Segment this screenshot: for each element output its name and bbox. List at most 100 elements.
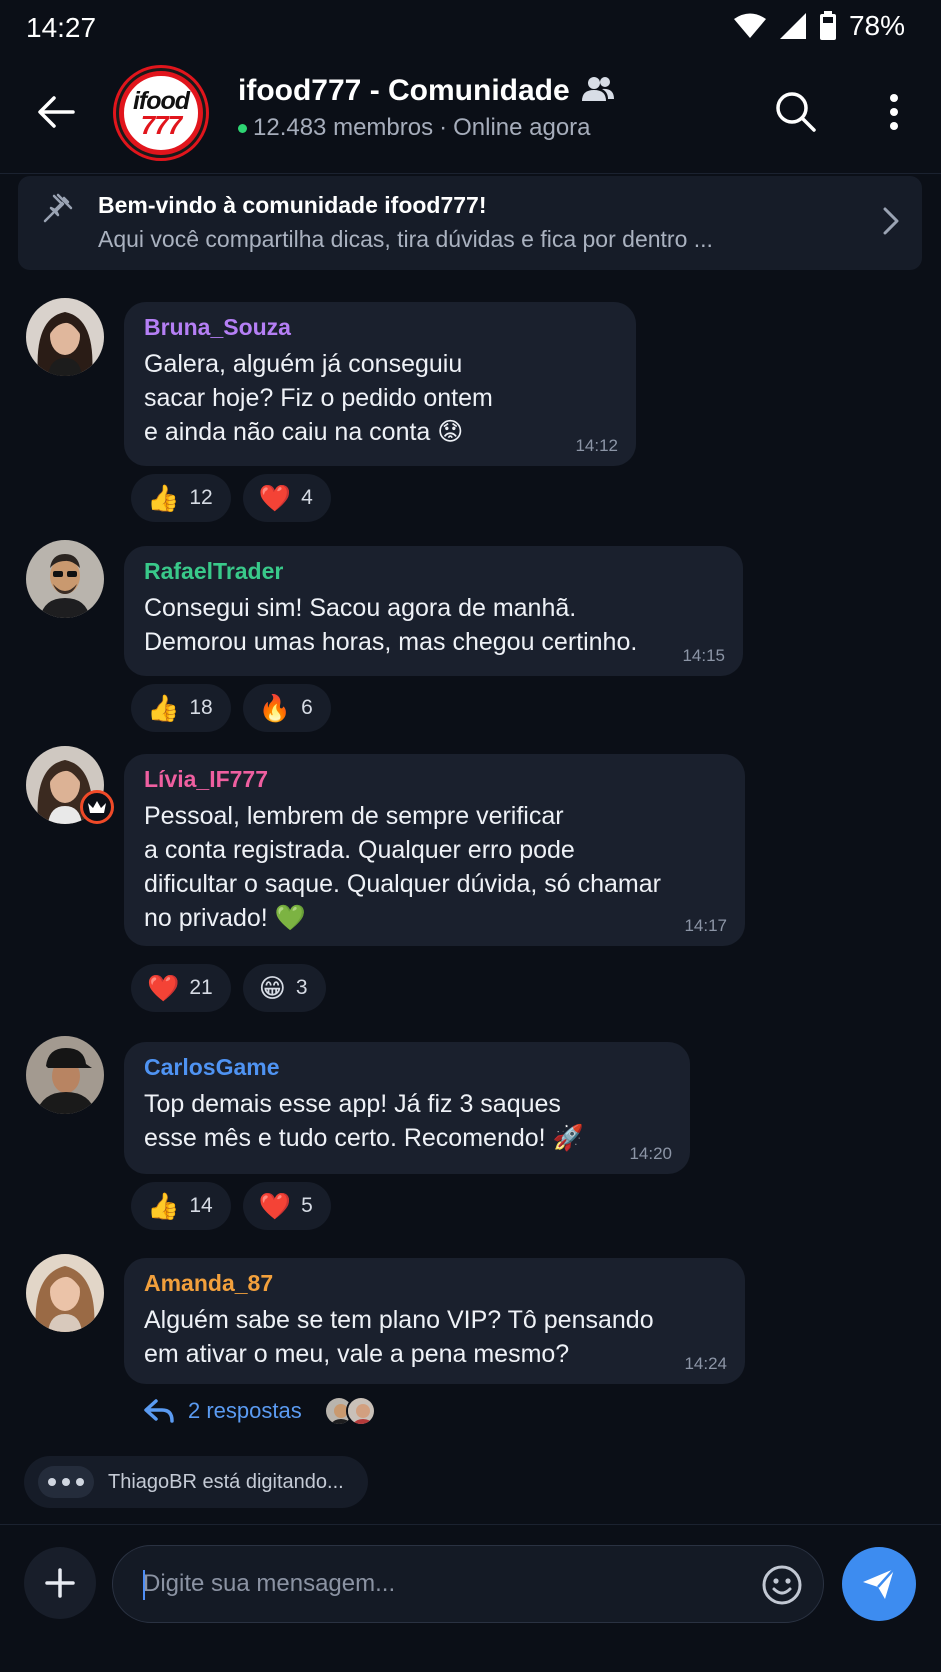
attach-button[interactable] (24, 1547, 96, 1619)
heart-icon: ❤️ (258, 482, 292, 513)
online-indicator (238, 123, 247, 133)
emoji-button[interactable] (761, 1564, 803, 1606)
admin-badge (80, 790, 114, 824)
reactions-bar: 👍 12 ❤️ 4 (131, 474, 331, 522)
avatar (345, 1396, 376, 1426)
plus-icon (45, 1568, 75, 1598)
pinned-title: Bem-vindo à comunidade ifood777! (98, 192, 487, 218)
reaction-chip[interactable]: 👍 14 (131, 1182, 231, 1230)
typing-indicator: ThiagoBR está digitando... (24, 1456, 368, 1508)
battery-icon (819, 11, 837, 41)
status-bar: 14:27 78% (0, 0, 941, 56)
send-button[interactable] (842, 1547, 916, 1621)
sender-name[interactable]: Lívia_IF777 (144, 766, 723, 793)
message-time: 14:20 (629, 1144, 672, 1163)
search-button[interactable] (770, 86, 822, 138)
send-icon (863, 1568, 895, 1599)
reply-avatars (323, 1396, 376, 1426)
pinned-message[interactable]: Bem-vindo à comunidade ifood777! Aqui vo… (18, 176, 922, 270)
search-icon (776, 92, 816, 132)
text-caret (143, 1570, 145, 1600)
chat-subtitle: 12.483 membros · Online agora (238, 114, 614, 142)
sender-name[interactable]: RafaelTrader (144, 558, 721, 585)
reaction-count: 4 (301, 486, 313, 509)
pinned-text: Aqui você compartilha dicas, tira dúvida… (98, 226, 713, 252)
pin-icon (42, 192, 74, 229)
reaction-count: 5 (301, 1194, 313, 1217)
avatar[interactable] (26, 1036, 104, 1114)
reaction-chip[interactable]: 🔥 6 (242, 684, 331, 732)
thumbs-up-icon: 👍 (147, 482, 180, 513)
arrow-left-icon (38, 96, 75, 128)
message-bubble[interactable]: CarlosGame Top demais esse app! Já fiz 3… (124, 1042, 690, 1174)
message-time: 14:24 (684, 1354, 727, 1373)
message-text: Consegui sim! Sacou agora de manhã. Demo… (144, 594, 638, 656)
message-text: Galera, alguém já conseguiu sacar hoje? … (144, 350, 493, 446)
message-time: 14:17 (684, 916, 727, 935)
message-bubble[interactable]: Amanda_87 Alguém sabe se tem plano VIP? … (124, 1258, 745, 1384)
heart-icon: ❤️ (147, 972, 180, 1003)
reaction-count: 14 (189, 1194, 213, 1217)
message-text: Pessoal, lembrem de sempre verificar a c… (144, 802, 661, 932)
reaction-chip[interactable]: 👍 12 (131, 474, 231, 522)
battery-percent: 78% (848, 10, 905, 41)
thread-replies-link[interactable]: 2 respostas (144, 1396, 376, 1426)
sender-name[interactable]: Amanda_87 (144, 1270, 723, 1297)
more-options-button[interactable] (868, 86, 920, 138)
logo-text-bottom: 777 (140, 110, 182, 140)
reaction-chip[interactable]: 😁 3 (242, 964, 326, 1012)
group-icon (581, 76, 614, 107)
thumbs-up-icon: 👍 (147, 1190, 180, 1221)
message-bubble[interactable]: RafaelTrader Consegui sim! Sacou agora d… (124, 546, 743, 676)
heart-icon: ❤️ (258, 1190, 292, 1221)
chat-title-area[interactable]: ifood777 - Comunidade 12.483 membros · O… (238, 74, 614, 142)
chat-title: ifood777 - Comunidade (238, 74, 570, 107)
reply-icon (144, 1399, 174, 1423)
community-logo[interactable]: ifood 777 (116, 68, 206, 158)
crown-icon (88, 801, 106, 813)
smile-icon (762, 1565, 802, 1605)
chevron-right-icon (882, 206, 900, 241)
message-input[interactable] (143, 1546, 743, 1622)
reaction-chip[interactable]: ❤️ 4 (242, 474, 331, 522)
message-bubble[interactable]: Lívia_IF777 Pessoal, lembrem de sempre v… (124, 754, 745, 946)
avatar[interactable] (26, 298, 104, 376)
reaction-count: 6 (301, 696, 313, 719)
message-bubble[interactable]: Bruna_Souza Galera, alguém já conseguiu … (124, 302, 636, 466)
avatar[interactable] (26, 1254, 104, 1332)
reaction-count: 21 (189, 976, 213, 999)
back-button[interactable] (30, 86, 82, 138)
reaction-chip[interactable]: 👍 18 (131, 684, 231, 732)
reactions-bar: ❤️ 21 😁 3 (131, 964, 326, 1012)
online-status: Online agora (453, 114, 591, 141)
reaction-chip[interactable]: ❤️ 5 (242, 1182, 331, 1230)
member-count: 12.483 membros (253, 114, 434, 141)
fire-icon: 🔥 (258, 692, 292, 723)
reactions-bar: 👍 14 ❤️ 5 (131, 1182, 331, 1230)
typing-text: ThiagoBR está digitando... (108, 1470, 344, 1493)
sender-name[interactable]: Bruna_Souza (144, 314, 614, 341)
replies-count: 2 respostas (188, 1398, 302, 1423)
reaction-chip[interactable]: ❤️ 21 (131, 964, 231, 1012)
message-input-container (112, 1545, 824, 1623)
reaction-count: 12 (189, 486, 213, 509)
more-vertical-icon (890, 94, 898, 130)
signal-icon (779, 12, 807, 40)
reactions-bar: 👍 18 🔥 6 (131, 684, 331, 732)
wifi-icon (733, 13, 767, 39)
message-text: Top demais esse app! Já fiz 3 saques ess… (144, 1090, 584, 1152)
separator: · (439, 114, 448, 141)
sender-name[interactable]: CarlosGame (144, 1054, 668, 1081)
message-text: Alguém sabe se tem plano VIP? Tô pensand… (144, 1306, 654, 1368)
grin-icon: 😁 (258, 972, 286, 1003)
message-time: 14:15 (682, 646, 725, 665)
message-composer (0, 1524, 941, 1672)
status-time: 14:27 (26, 12, 97, 43)
reaction-count: 3 (295, 976, 308, 999)
chat-header: ifood 777 ifood777 - Comunidade 12.483 m… (0, 56, 941, 174)
thumbs-up-icon: 👍 (147, 692, 180, 723)
reaction-count: 18 (189, 696, 213, 719)
avatar[interactable] (26, 540, 104, 618)
typing-dots-icon (38, 1466, 94, 1498)
status-icons: 78% (733, 10, 905, 42)
